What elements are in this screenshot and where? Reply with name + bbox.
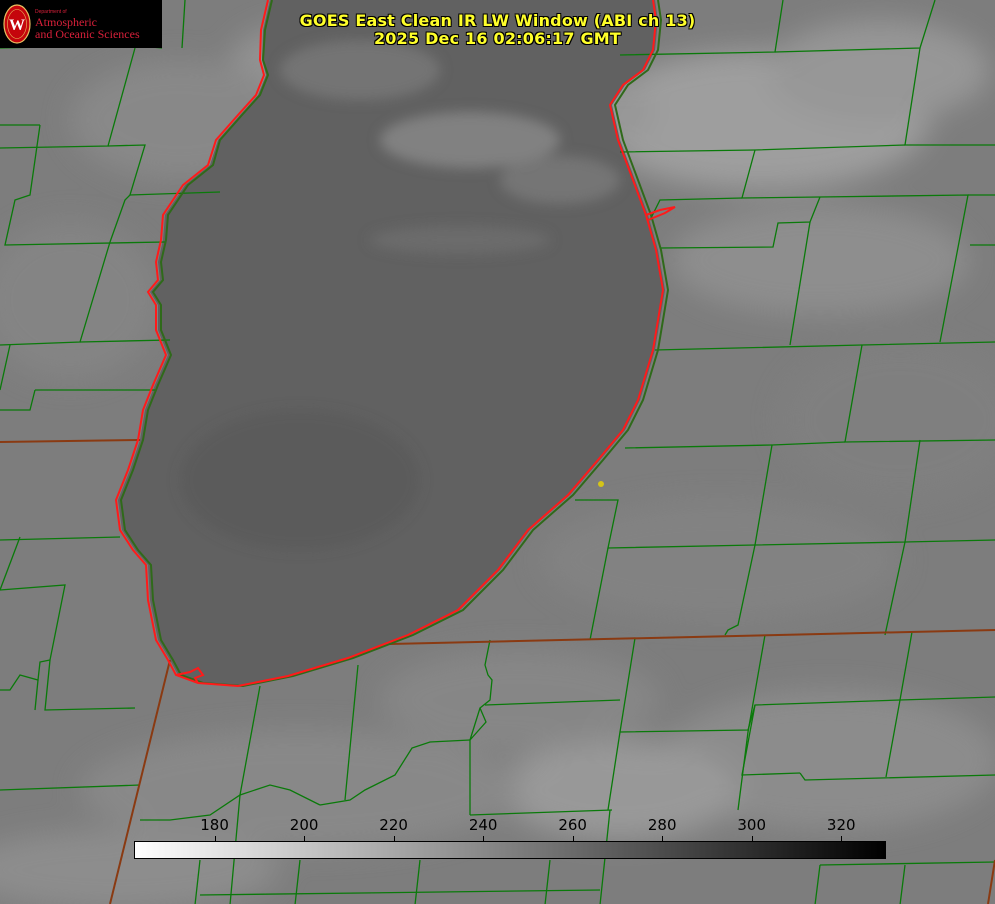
satellite-map bbox=[0, 0, 995, 904]
satellite-image-viewer: W Department of Atmospheric and Oceanic … bbox=[0, 0, 995, 904]
image-timestamp: 2025 Dec 16 02:06:17 GMT bbox=[373, 29, 622, 48]
image-title: GOES East Clean IR LW Window (ABI ch 13) bbox=[299, 11, 696, 30]
location-marker bbox=[598, 481, 604, 487]
